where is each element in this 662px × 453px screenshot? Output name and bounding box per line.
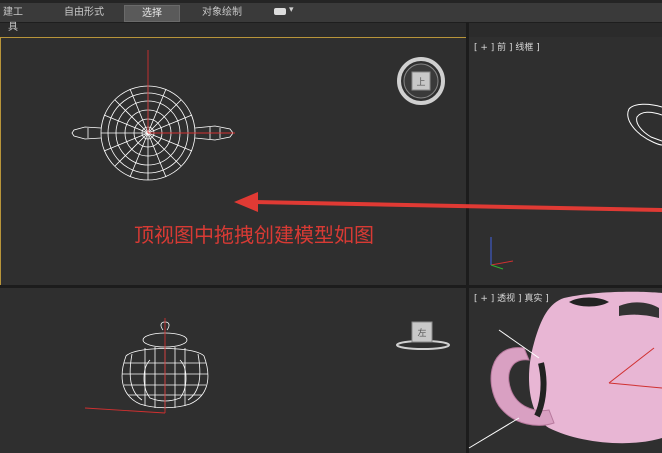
- annotation-text: 顶视图中拖拽创建模型如图: [134, 223, 374, 247]
